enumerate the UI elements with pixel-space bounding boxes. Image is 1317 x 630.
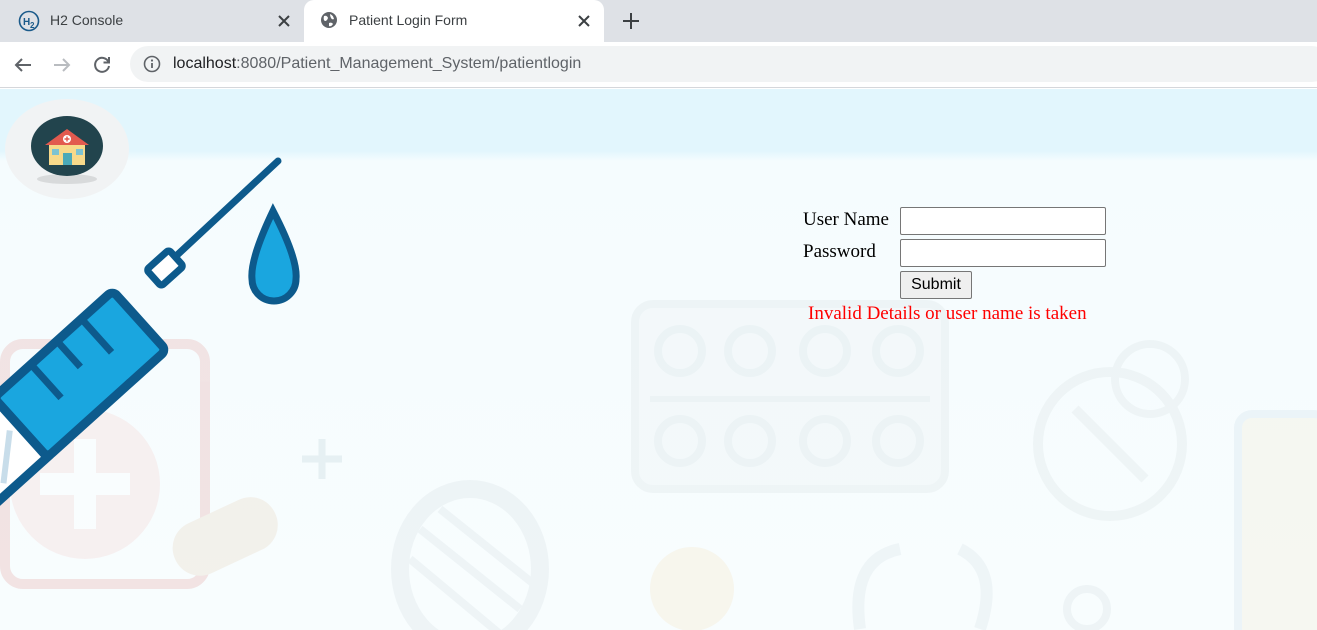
url-host: localhost	[173, 55, 237, 72]
url-text[interactable]: localhost:8080/Patient_Management_System…	[173, 55, 581, 73]
hospital-logo	[5, 99, 130, 199]
tab-title: H2 Console	[50, 12, 124, 28]
svg-text:2: 2	[30, 21, 35, 30]
tab-patient-login-form[interactable]: Patient Login Form	[304, 0, 604, 42]
tab-title: Patient Login Form	[349, 12, 468, 28]
h2-logo-icon: H 2	[18, 10, 40, 32]
password-label: Password	[803, 241, 876, 262]
hospital-logo-icon	[5, 99, 129, 199]
tab-h2-console[interactable]: H 2 H2 Console	[0, 0, 302, 42]
medical-background-illustration	[0, 157, 1317, 630]
username-label: User Name	[803, 209, 889, 230]
submit-button[interactable]: Submit	[900, 271, 972, 299]
username-input[interactable]	[900, 207, 1106, 235]
forward-arrow-icon[interactable]	[51, 54, 73, 76]
close-icon[interactable]	[275, 12, 293, 30]
page-content: User Name Password Submit Invalid Detail…	[0, 89, 1317, 630]
patient-login-form: User Name Password Submit Invalid Detail…	[800, 207, 1120, 337]
browser-toolbar: localhost:8080/Patient_Management_System…	[0, 42, 1317, 88]
tab-strip: H 2 H2 Console Patient Login Form	[0, 0, 1317, 42]
reload-icon[interactable]	[91, 54, 113, 76]
globe-icon	[320, 11, 338, 29]
info-icon[interactable]	[143, 55, 161, 73]
error-message: Invalid Details or user name is taken	[808, 303, 1087, 324]
url-path: :8080/Patient_Management_System/patientl…	[236, 55, 582, 72]
password-input[interactable]	[900, 239, 1106, 267]
plus-icon[interactable]	[620, 10, 642, 32]
close-icon[interactable]	[575, 12, 593, 30]
back-arrow-icon[interactable]	[12, 54, 34, 76]
address-bar[interactable]: localhost:8080/Patient_Management_System…	[130, 46, 1317, 82]
